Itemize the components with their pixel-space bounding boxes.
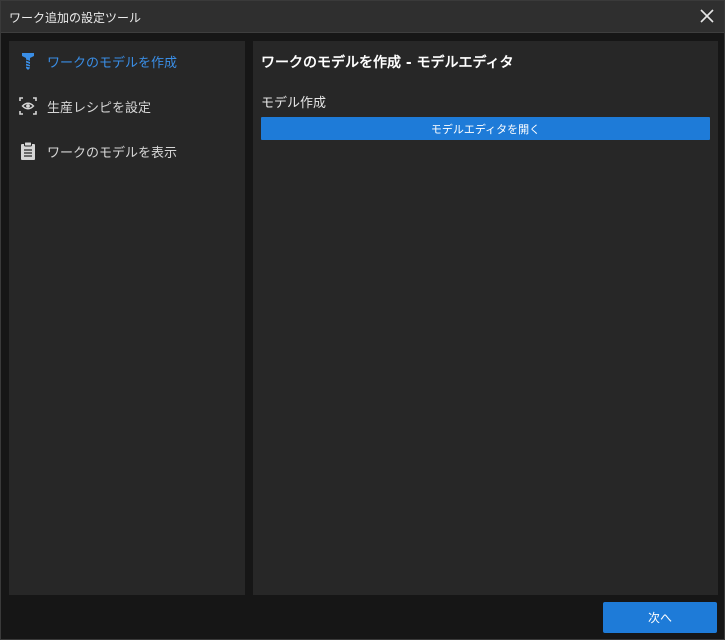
sidebar-item-production-recipe[interactable]: 生産レシピを設定	[9, 89, 245, 123]
title-bar: ワーク追加の設定ツール	[1, 1, 724, 33]
eye-scan-icon	[19, 97, 37, 115]
close-icon	[700, 9, 714, 23]
footer: 次へ	[1, 595, 724, 639]
open-model-editor-button[interactable]: モデルエディタを開く	[261, 117, 710, 140]
clipboard-icon	[21, 141, 35, 160]
next-button-label: 次へ	[647, 611, 672, 625]
next-button[interactable]: 次へ	[603, 602, 717, 633]
main-panel: ワークのモデルを作成 - モデルエディタ モデル作成 モデルエディタを開く	[253, 41, 718, 595]
sidebar-item-view-model[interactable]: ワークのモデルを表示	[9, 134, 245, 168]
close-button[interactable]	[694, 4, 720, 28]
sidebar-item-label: 生産レシピを設定	[47, 100, 152, 116]
sidebar: ワークのモデルを作成 生産レシピを設定 ワークのモデルを表示	[9, 41, 245, 595]
section-label: モデル作成	[261, 96, 327, 111]
open-model-editor-label: モデルエディタを開く	[430, 122, 541, 136]
dialog-window: ワーク追加の設定ツール ワークのモデルを作成 生産レシピを設定 ワークのモデルを…	[0, 0, 725, 640]
screw-icon	[22, 53, 34, 70]
sidebar-item-label: ワークのモデルを表示	[47, 145, 178, 161]
page-title: ワークのモデルを作成 - モデルエディタ	[261, 55, 514, 71]
window-title: ワーク追加の設定ツール	[9, 11, 142, 25]
sidebar-item-create-model[interactable]: ワークのモデルを作成	[9, 44, 245, 78]
sidebar-item-label: ワークのモデルを作成	[47, 55, 178, 71]
